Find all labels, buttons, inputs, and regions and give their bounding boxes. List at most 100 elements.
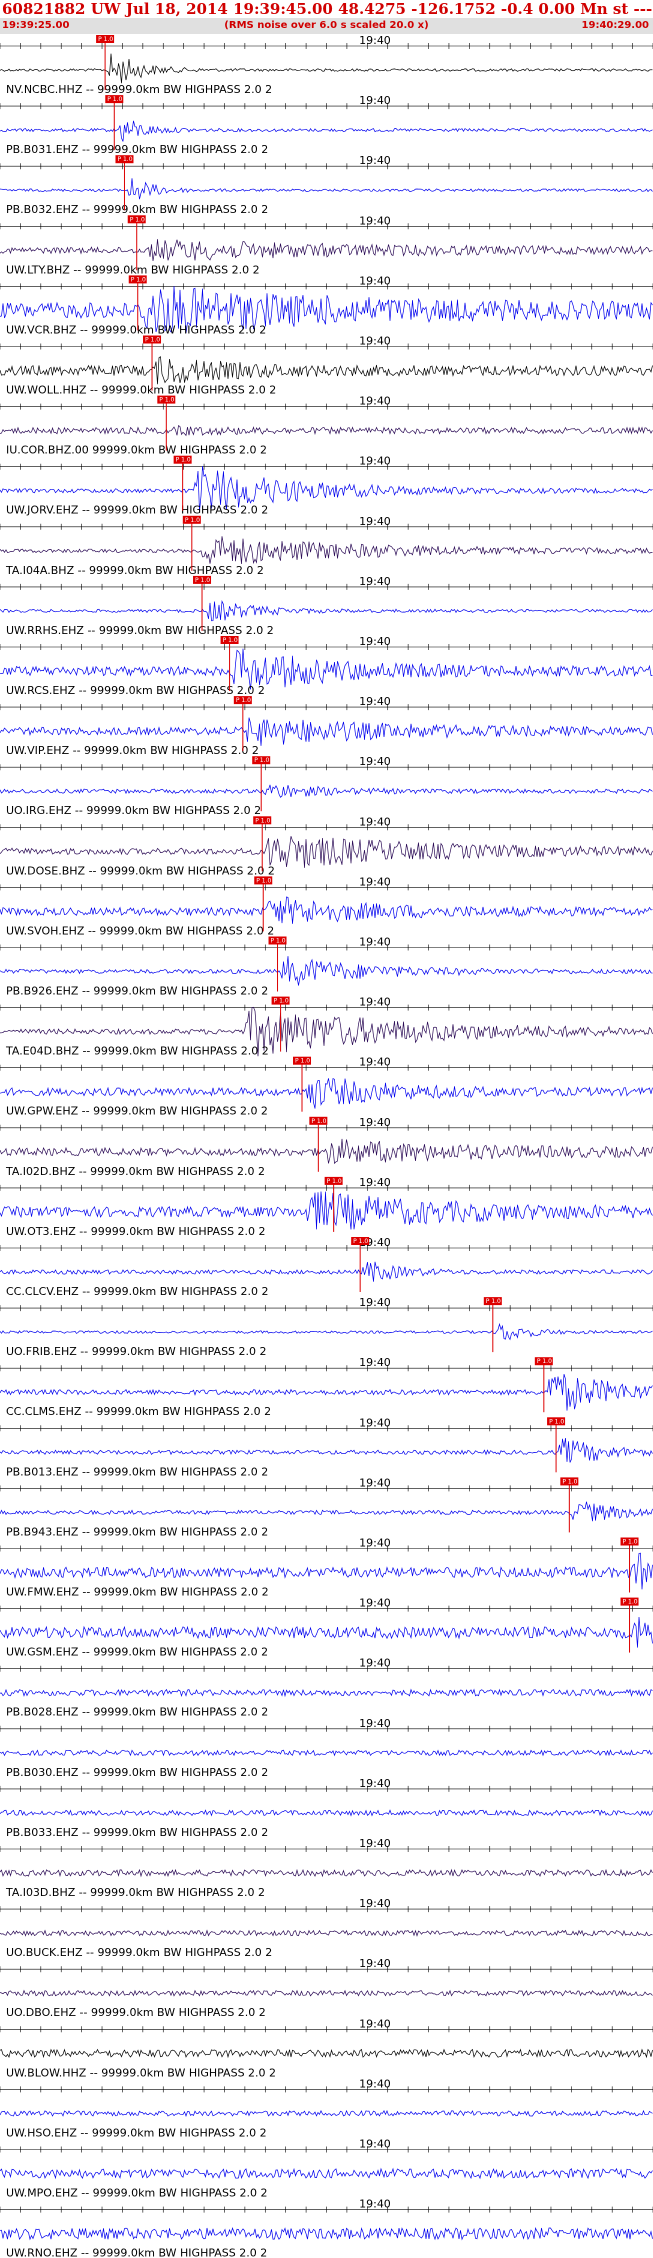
station-label: IU.COR.BHZ.00 99999.0km BW HIGHPASS 2.0 … xyxy=(6,444,267,457)
trace-row: 19:40 UW.OT3.EHZ -- 99999.0km BW HIGHPASS… xyxy=(0,1176,653,1238)
waveform xyxy=(0,784,653,798)
minute-label: 19:40 xyxy=(359,1116,391,1129)
station-label: UW.HSO.EHZ -- 99999.0km BW HIGHPASS 2.0 … xyxy=(6,2126,267,2139)
trace-row: 19:40 UW.JORV.EHZ -- 99999.0km BW HIGHPAS… xyxy=(0,455,653,517)
trace-row: 19:40 UO.FRIB.EHZ -- 99999.0km BW HIGHPAS… xyxy=(0,1296,653,1358)
waveform xyxy=(0,1437,653,1463)
minute-label: 19:40 xyxy=(359,395,391,408)
trace-row: 19:40 PB.B926.EHZ -- 99999.0km BW HIGHPAS… xyxy=(0,936,653,998)
waveform xyxy=(0,1929,653,1937)
waveform xyxy=(0,1138,653,1165)
pick-label: P 1.0 xyxy=(98,36,113,43)
pick-label: P 1.0 xyxy=(195,577,210,584)
minute-label: 19:40 xyxy=(359,1597,391,1610)
minute-label: 19:40 xyxy=(359,936,391,949)
trace-row: 19:40 UW.GPW.EHZ -- 99999.0km BW HIGHPASS… xyxy=(0,1056,653,1118)
minute-label: 19:40 xyxy=(359,214,391,227)
trace-row: 19:40 NV.NCBC.HHZ -- 99999.0km BW HIGHPAS… xyxy=(0,34,653,96)
station-label: UW.GSM.EHZ -- 99999.0km BW HIGHPASS 2.0 … xyxy=(6,1646,268,1659)
pick-label: P 1.0 xyxy=(549,1418,564,1425)
waveform xyxy=(0,896,653,924)
pick-label: P 1.0 xyxy=(311,1118,326,1125)
waveform xyxy=(0,1191,653,1230)
station-label: PB.B032.EHZ -- 99999.0km BW HIGHPASS 2.0… xyxy=(6,203,268,216)
minute-label: 19:40 xyxy=(359,2198,391,2211)
waveform xyxy=(0,717,653,746)
trace-row: 19:40 UW.FMW.EHZ -- 99999.0km BW HIGHPASS… xyxy=(0,1537,653,1599)
minute-label: 19:40 xyxy=(359,1777,391,1790)
trace-row: 19:40 UW.LTY.BHZ -- 99999.0km BW HIGHPASS… xyxy=(0,214,653,276)
trace-row: 19:40 PB.B032.EHZ -- 99999.0km BW HIGHPAS… xyxy=(0,154,653,216)
pick-label: P 1.0 xyxy=(623,1599,638,1606)
trace-row: 19:40 UW.BLOW.HHZ -- 99999.0km BW HIGHPAS… xyxy=(0,2017,653,2079)
waveform xyxy=(0,53,653,84)
minute-label: 19:40 xyxy=(359,635,391,648)
trace-row: 19:40 UW.SVOH.EHZ -- 99999.0km BW HIGHPAS… xyxy=(0,875,653,937)
waveform xyxy=(0,1616,653,1648)
minute-label: 19:40 xyxy=(359,575,391,588)
minute-label: 19:40 xyxy=(359,996,391,1009)
trace-row: 19:40 TA.E04D.BHZ -- 99999.0km BW HIGHPAS… xyxy=(0,996,653,1058)
station-label: UW.BLOW.HHZ -- 99999.0km BW HIGHPASS 2.0… xyxy=(6,2066,276,2079)
station-label: UW.OT3.EHZ -- 99999.0km BW HIGHPASS 2.0 … xyxy=(6,1225,266,1238)
minute-label: 19:40 xyxy=(359,34,391,47)
minute-label: 19:40 xyxy=(359,1717,391,1730)
pick-label: P 1.0 xyxy=(537,1358,552,1365)
pick-label: P 1.0 xyxy=(185,517,200,524)
trace-row: 19:40 UO.IRG.EHZ -- 99999.0km BW HIGHPASS… xyxy=(0,755,653,817)
pick-label: P 1.0 xyxy=(256,877,271,884)
trace-row: 19:40 TA.I02D.BHZ -- 99999.0km BW HIGHPAS… xyxy=(0,1116,653,1178)
minute-label: 19:40 xyxy=(359,1356,391,1369)
trace-row: 19:40 PB.B033.EHZ -- 99999.0km BW HIGHPAS… xyxy=(0,1777,653,1839)
pick-label: P 1.0 xyxy=(623,1539,638,1546)
minute-label: 19:40 xyxy=(359,1416,391,1429)
waveform xyxy=(0,1989,653,1997)
pick-label: P 1.0 xyxy=(254,757,269,764)
trace-row: 19:40 UW.DOSE.BHZ -- 99999.0km BW HIGHPAS… xyxy=(0,815,653,877)
waveform xyxy=(0,120,653,142)
seismogram-page: 60821882 UW Jul 18, 2014 19:39:45.00 48.… xyxy=(0,0,653,2258)
trace-row: 19:40 CC.CLMS.EHZ -- 99999.0km BW HIGHPAS… xyxy=(0,1356,653,1418)
trace-panel: 19:40 NV.NCBC.HHZ -- 99999.0km BW HIGHPAS… xyxy=(0,34,653,2258)
station-label: UW.MPO.EHZ -- 99999.0km BW HIGHPASS 2.0 … xyxy=(6,2187,268,2200)
trace-row: 19:40 PB.B943.EHZ -- 99999.0km BW HIGHPAS… xyxy=(0,1476,653,1538)
station-label: PB.B031.EHZ -- 99999.0km BW HIGHPASS 2.0… xyxy=(6,143,268,156)
event-header: 60821882 UW Jul 18, 2014 19:39:45.00 48.… xyxy=(2,0,653,18)
waveform xyxy=(0,356,653,385)
minute-label: 19:40 xyxy=(359,1537,391,1550)
trace-row: 19:40 UW.RRHS.EHZ -- 99999.0km BW HIGHPAS… xyxy=(0,575,653,637)
pick-label: P 1.0 xyxy=(176,457,191,464)
pick-label: P 1.0 xyxy=(159,397,174,404)
minute-label: 19:40 xyxy=(359,2077,391,2090)
pick-label: P 1.0 xyxy=(145,337,160,344)
waveform xyxy=(0,2048,653,2059)
trace-row: 19:40 UW.WOLL.HHZ -- 99999.0km BW HIGHPAS… xyxy=(0,335,653,397)
rms-note: (RMS noise over 6.0 s scaled 20.0 x) xyxy=(224,20,429,31)
waveform xyxy=(0,536,653,565)
minute-label: 19:40 xyxy=(359,1476,391,1489)
trace-row: 19:40 PB.B031.EHZ -- 99999.0km BW HIGHPAS… xyxy=(0,94,653,156)
pick-label: P 1.0 xyxy=(486,1298,501,1305)
minute-label: 19:40 xyxy=(359,2017,391,2030)
waveform xyxy=(0,599,653,622)
trace-row: 19:40 TA.I03D.BHZ -- 99999.0km BW HIGHPAS… xyxy=(0,1837,653,1899)
pick-label: P 1.0 xyxy=(562,1478,577,1485)
pick-label: P 1.0 xyxy=(236,697,251,704)
station-label: PB.B943.EHZ -- 99999.0km BW HIGHPASS 2.0… xyxy=(6,1525,268,1538)
waveform xyxy=(0,1501,653,1522)
trace-row: 19:40 UW.GSM.EHZ -- 99999.0km BW HIGHPASS… xyxy=(0,1597,653,1659)
station-label: UO.IRG.EHZ -- 99999.0km BW HIGHPASS 2.0 … xyxy=(6,804,261,817)
minute-label: 19:40 xyxy=(359,94,391,107)
station-label: TA.I02D.BHZ -- 99999.0km BW HIGHPASS 2.0… xyxy=(5,1165,265,1178)
trace-row: 19:40 UW.VCR.BHZ -- 99999.0km BW HIGHPASS… xyxy=(0,274,653,336)
station-label: UW.RCS.EHZ -- 99999.0km BW HIGHPASS 2.0 … xyxy=(6,684,265,697)
minute-label: 19:40 xyxy=(359,335,391,348)
trace-row: 19:40 UW.RCS.EHZ -- 99999.0km BW HIGHPASS… xyxy=(0,635,653,697)
pick-label: P 1.0 xyxy=(255,817,270,824)
minute-label: 19:40 xyxy=(359,695,391,708)
waveform xyxy=(0,1552,653,1590)
pick-label: P 1.0 xyxy=(271,938,286,945)
waveform xyxy=(0,956,653,986)
trace-row: 19:40 UW.HSO.EHZ -- 99999.0km BW HIGHPASS… xyxy=(0,2077,653,2139)
trace-row: 19:40 UW.MPO.EHZ -- 99999.0km BW HIGHPASS… xyxy=(0,2138,653,2200)
